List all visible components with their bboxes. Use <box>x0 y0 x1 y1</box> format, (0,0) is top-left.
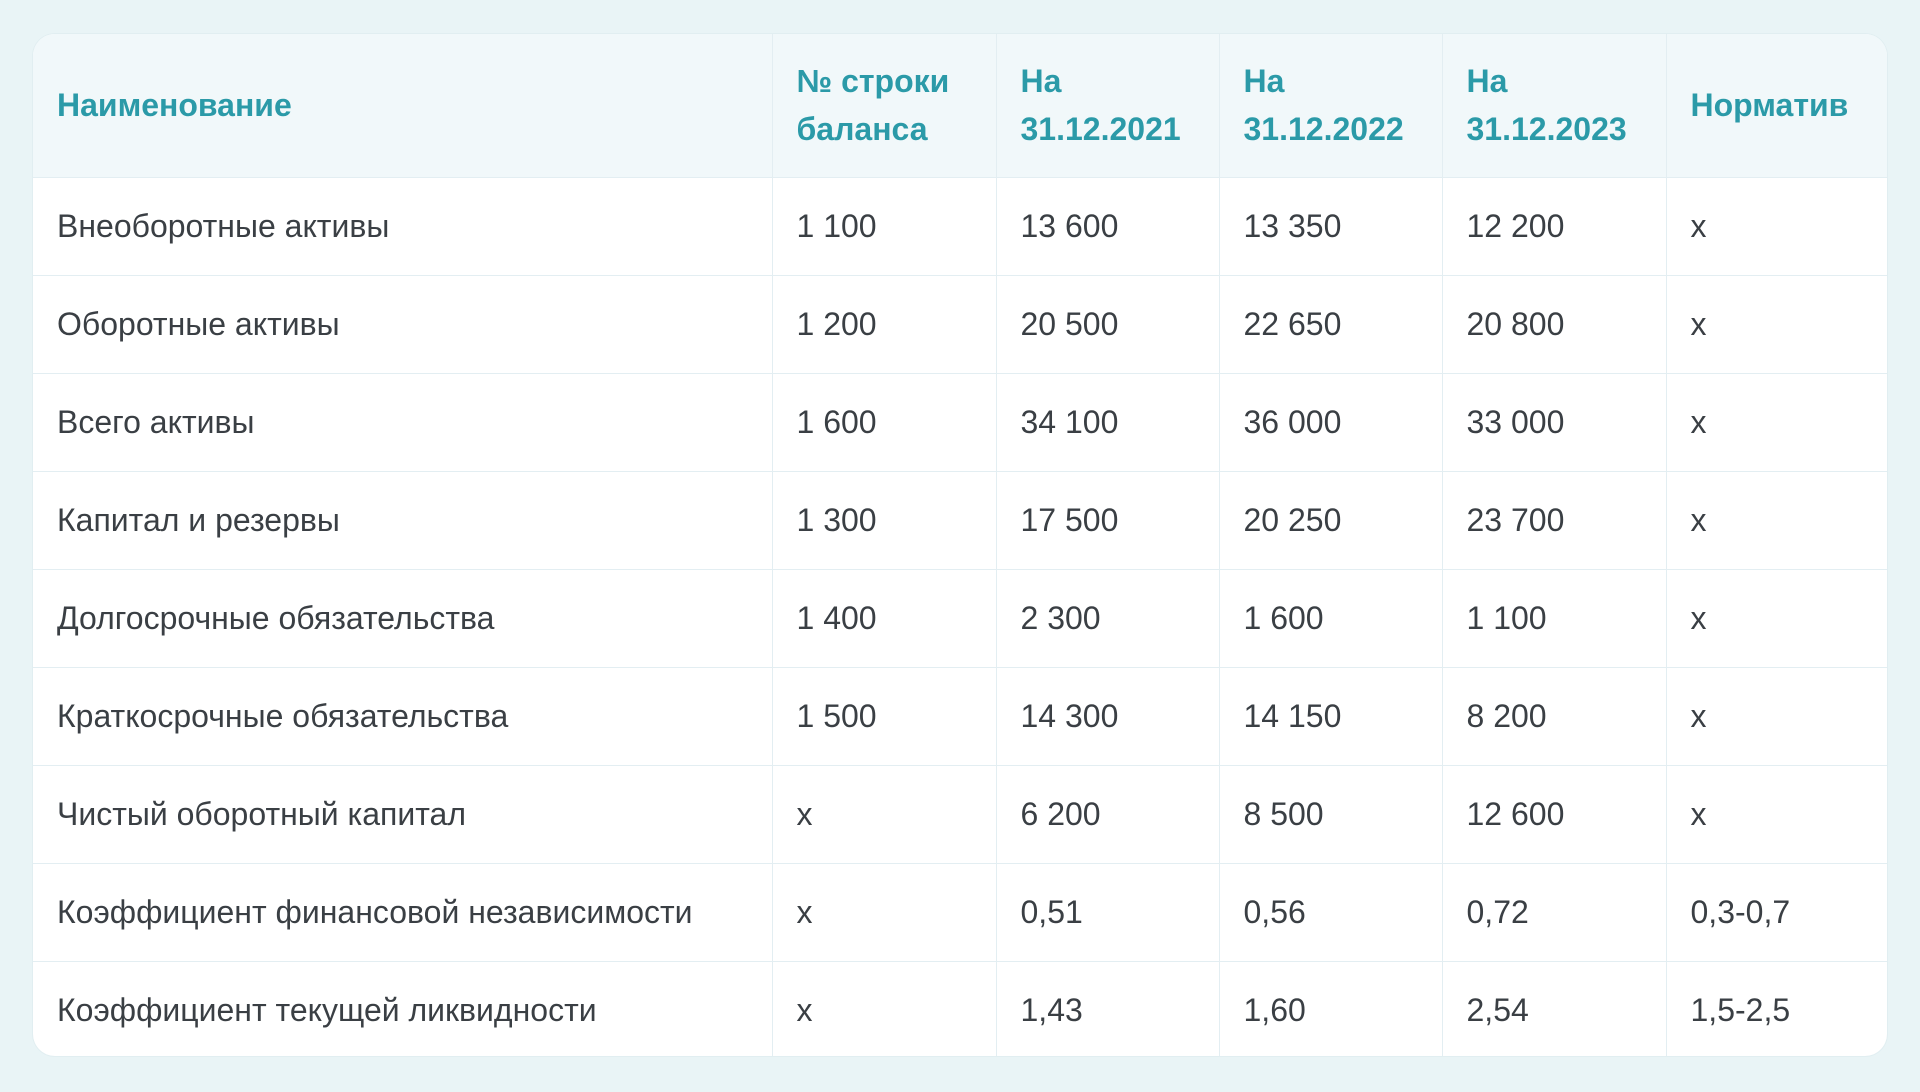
cell-name: Долгосрочные обязательства <box>33 569 773 668</box>
cell-2021: 20 500 <box>996 275 1220 374</box>
cell-line: 1 300 <box>772 471 997 570</box>
cell-norm: х <box>1666 765 1887 864</box>
cell-2023: 0,72 <box>1442 863 1667 962</box>
cell-norm: х <box>1666 177 1887 276</box>
header-line-number: № строки баланса <box>772 34 997 178</box>
cell-norm: 0,3-0,7 <box>1666 863 1887 962</box>
cell-line: 1 600 <box>772 373 997 472</box>
cell-2021: 2 300 <box>996 569 1220 668</box>
cell-line: х <box>772 961 997 1056</box>
cell-2021: 1,43 <box>996 961 1220 1056</box>
cell-name: Внеоборотные активы <box>33 177 773 276</box>
cell-2021: 13 600 <box>996 177 1220 276</box>
cell-line: 1 200 <box>772 275 997 374</box>
cell-2022: 14 150 <box>1219 667 1443 766</box>
table-row: Чистый оборотный капитал х 6 200 8 500 1… <box>33 765 1887 864</box>
cell-name: Оборотные активы <box>33 275 773 374</box>
cell-name: Чистый оборотный капитал <box>33 765 773 864</box>
cell-line: 1 100 <box>772 177 997 276</box>
cell-2023: 2,54 <box>1442 961 1667 1056</box>
cell-2022: 1 600 <box>1219 569 1443 668</box>
cell-2021: 17 500 <box>996 471 1220 570</box>
cell-norm: 1,5-2,5 <box>1690 992 1791 1029</box>
cell-norm: х <box>1666 373 1887 472</box>
cell-2022: 1,60 <box>1219 961 1443 1056</box>
cell-2021: 34 100 <box>996 373 1220 472</box>
cell-2023: 12 600 <box>1442 765 1667 864</box>
header-name: Наименование <box>33 34 773 178</box>
cell-norm: х <box>1666 569 1887 668</box>
table-row: Капитал и резервы 1 300 17 500 20 250 23… <box>33 471 1887 570</box>
table-header-row: Наименование № строки баланса На 31.12.2… <box>33 34 1887 178</box>
cell-name: Капитал и резервы <box>33 471 773 570</box>
cell-2021: 0,51 <box>996 863 1220 962</box>
table-row: Долгосрочные обязательства 1 400 2 300 1… <box>33 569 1887 668</box>
cell-2022: 8 500 <box>1219 765 1443 864</box>
table-row: Внеоборотные активы 1 100 13 600 13 350 … <box>33 177 1887 276</box>
cell-2021: 14 300 <box>996 667 1220 766</box>
table-row: Всего активы 1 600 34 100 36 000 33 000 … <box>33 373 1887 472</box>
table-row: Коэффициент финансовой независимости х 0… <box>33 863 1887 962</box>
header-2022: На 31.12.2022 <box>1219 34 1443 178</box>
table-row: Оборотные активы 1 200 20 500 22 650 20 … <box>33 275 1887 374</box>
cell-line: х <box>772 863 997 962</box>
cell-2022: 13 350 <box>1219 177 1443 276</box>
header-norm: Норматив <box>1666 34 1887 178</box>
cell-name: Краткосрочные обязательства <box>33 667 773 766</box>
header-2023: На 31.12.2023 <box>1442 34 1667 178</box>
cell-2022: 0,56 <box>1219 863 1443 962</box>
table-row: Краткосрочные обязательства 1 500 14 300… <box>33 667 1887 766</box>
cell-2021: 6 200 <box>996 765 1220 864</box>
cell-norm: х <box>1666 471 1887 570</box>
cell-norm: х <box>1666 667 1887 766</box>
cell-name: Коэффициент финансовой независимости <box>33 863 773 962</box>
table-card: Наименование № строки баланса На 31.12.2… <box>33 34 1887 1056</box>
header-2021: На 31.12.2021 <box>996 34 1220 178</box>
cell-2022: 20 250 <box>1219 471 1443 570</box>
cell-line: 1 500 <box>772 667 997 766</box>
cell-norm: х <box>1666 275 1887 374</box>
cell-2023: 20 800 <box>1442 275 1667 374</box>
cell-2023: 8 200 <box>1442 667 1667 766</box>
cell-line: 1 400 <box>772 569 997 668</box>
cell-2023: 33 000 <box>1442 373 1667 472</box>
cell-2022: 36 000 <box>1219 373 1443 472</box>
cell-2023: 12 200 <box>1442 177 1667 276</box>
cell-2023: 1 100 <box>1442 569 1667 668</box>
table-row: Коэффициент текущей ликвидности х 1,43 1… <box>33 961 1887 1056</box>
cell-2022: 22 650 <box>1219 275 1443 374</box>
cell-2023: 23 700 <box>1442 471 1667 570</box>
cell-name: Коэффициент текущей ликвидности <box>33 961 773 1056</box>
cell-name: Всего активы <box>33 373 773 472</box>
cell-line: х <box>772 765 997 864</box>
balance-table: Наименование № строки баланса На 31.12.2… <box>33 34 1887 1056</box>
